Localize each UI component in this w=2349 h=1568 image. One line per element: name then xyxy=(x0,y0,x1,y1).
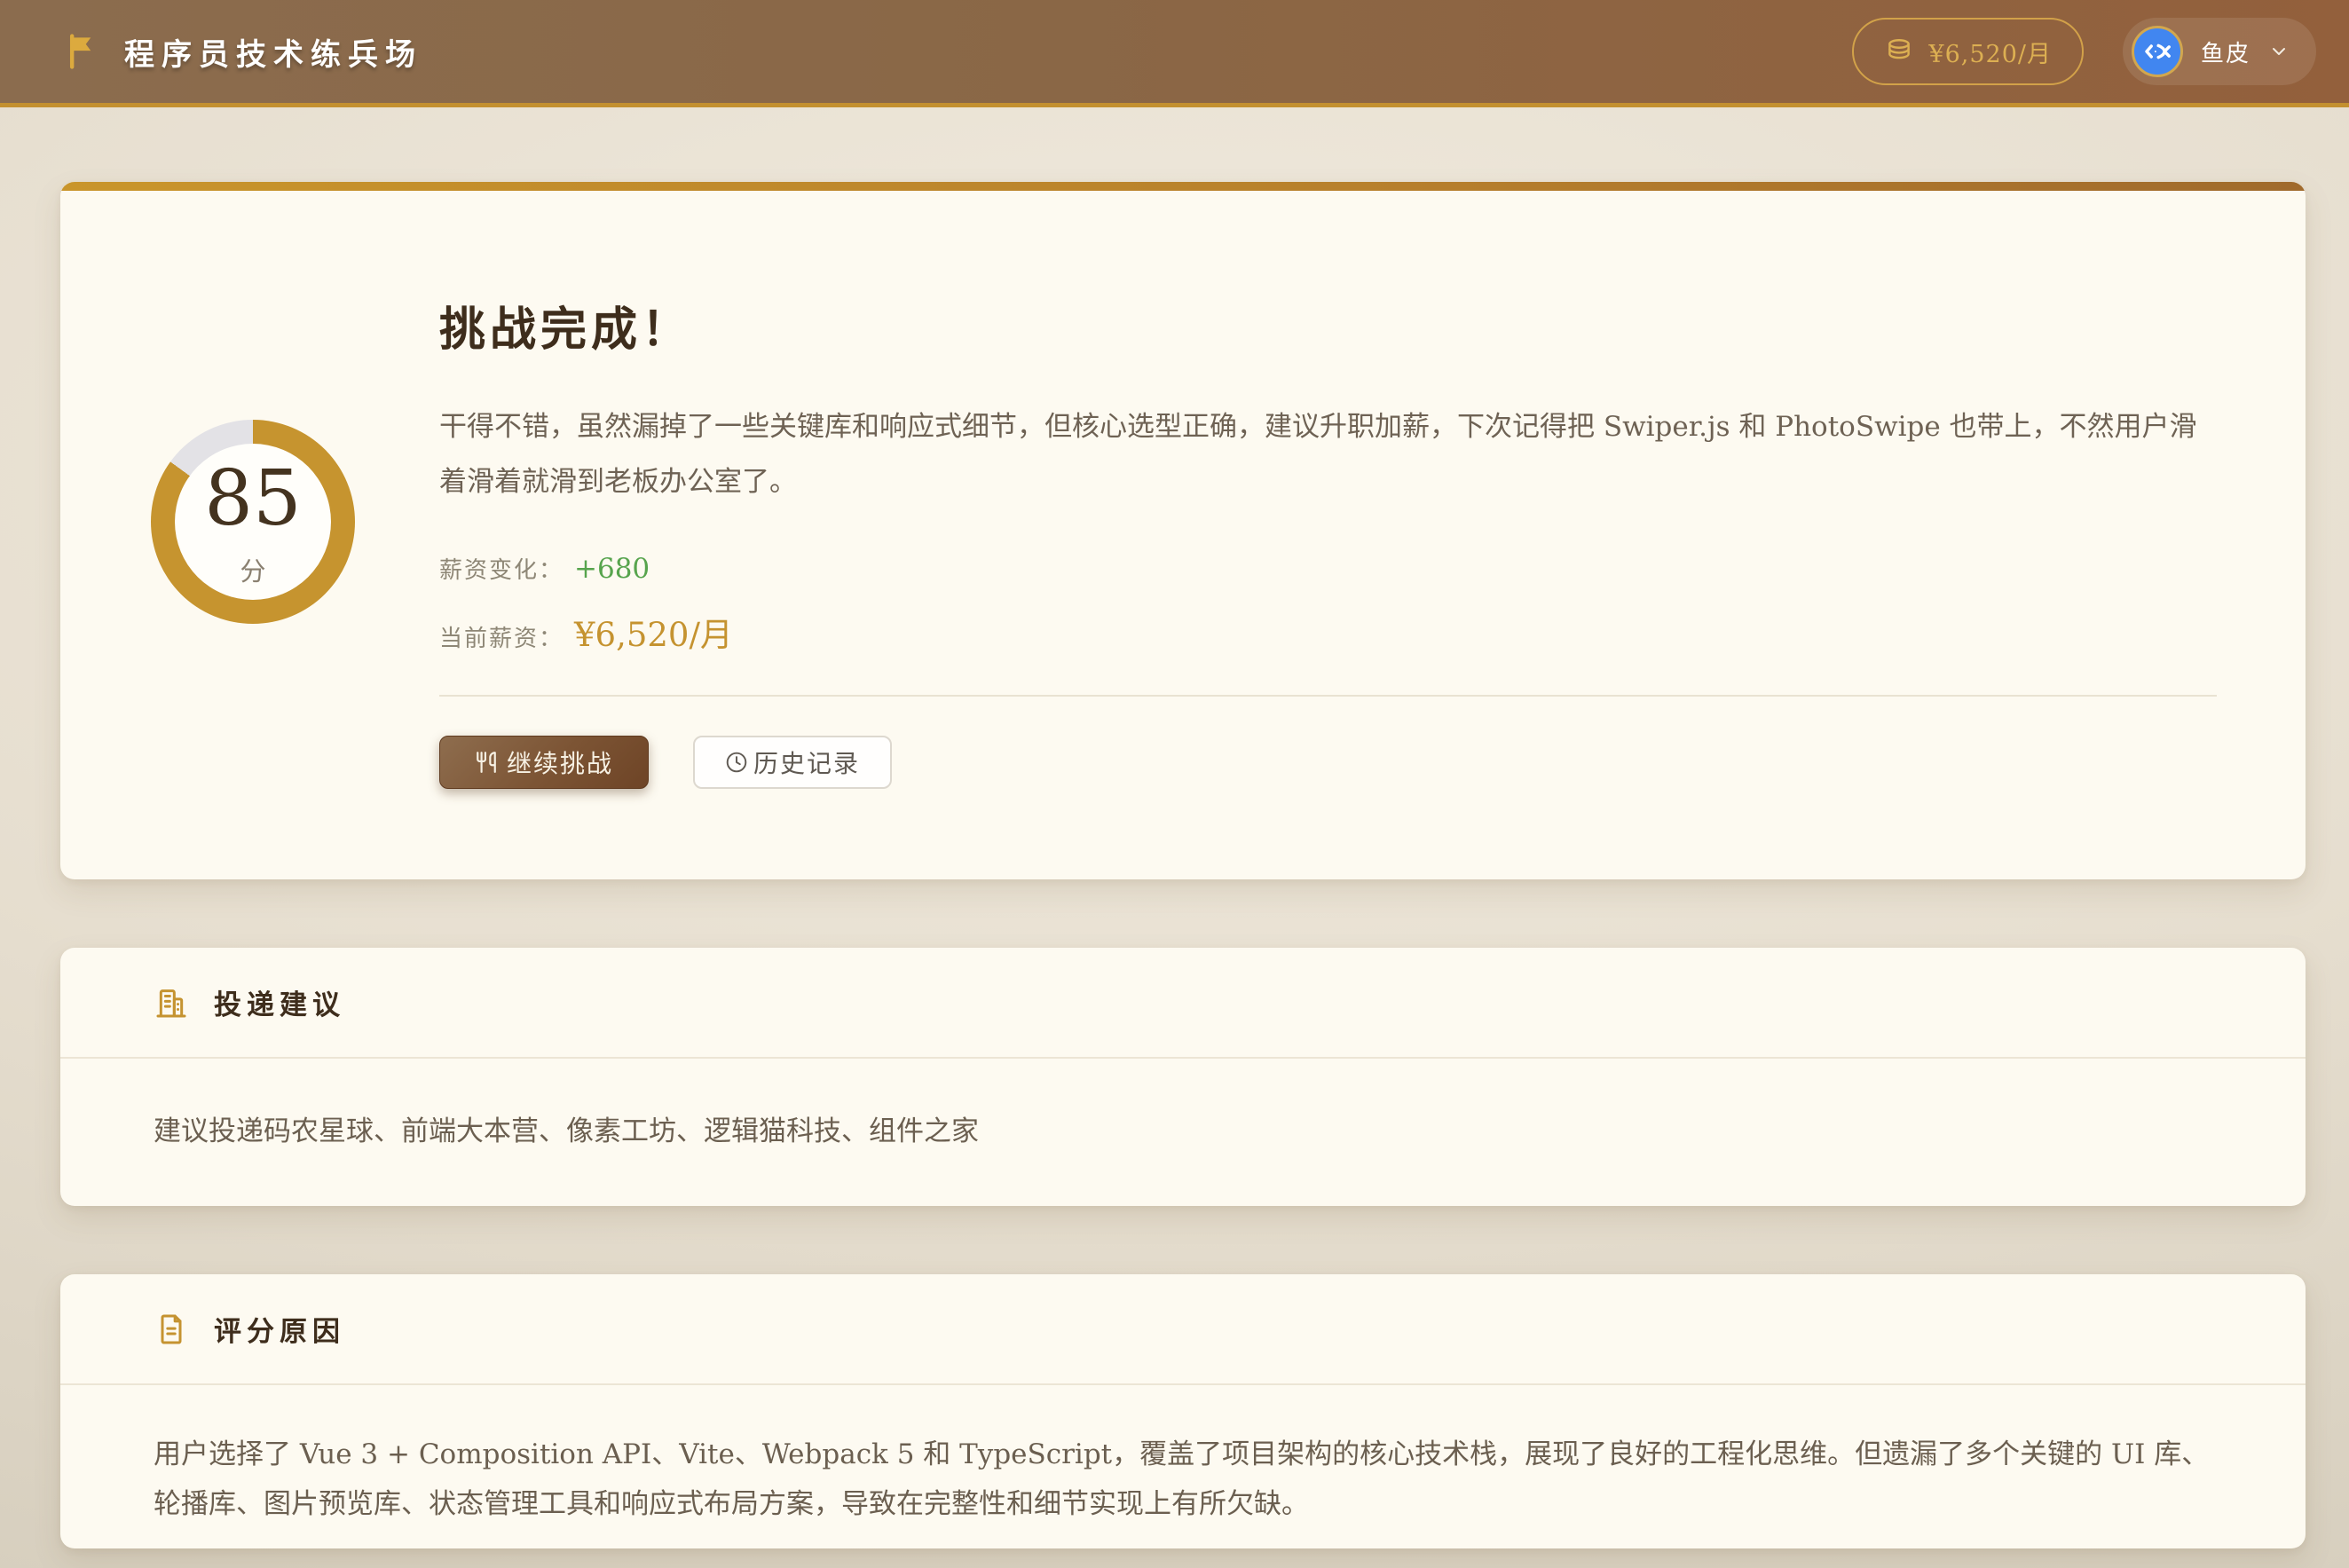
username: 鱼皮 xyxy=(2201,35,2250,68)
main-content: 85 分 挑战完成！ 干得不错，虽然漏掉了一些关键库和响应式细节，但核心选型正确… xyxy=(0,107,2349,1548)
suggestion-card-title: 投递建议 xyxy=(214,982,345,1022)
result-divider xyxy=(439,695,2217,697)
result-actions: 继续挑战 历史记录 xyxy=(439,736,2217,789)
code-fish-icon xyxy=(2141,35,2173,67)
continue-challenge-label: 继续挑战 xyxy=(507,745,613,780)
score-unit: 分 xyxy=(240,551,265,588)
score-value: 85 xyxy=(204,461,301,537)
app-title: 程序员技术练兵场 xyxy=(124,30,422,74)
suggestion-card-body: 建议投递码农星球、前端大本营、像素工坊、逻辑猫科技、组件之家 xyxy=(60,1059,2306,1206)
app-header: 程序员技术练兵场 ¥6,520/月 鱼皮 xyxy=(0,0,2349,107)
brand: 程序员技术练兵场 xyxy=(64,30,422,74)
current-salary-row: 当前薪资： ¥6,520/月 xyxy=(439,608,2217,656)
salary-change-label: 薪资变化： xyxy=(439,552,574,585)
result-title: 挑战完成！ xyxy=(439,292,2217,359)
building-icon xyxy=(154,985,189,1020)
user-menu[interactable]: 鱼皮 xyxy=(2123,18,2316,85)
history-button[interactable]: 历史记录 xyxy=(693,736,892,789)
salary-change-value: +680 xyxy=(574,553,650,585)
reason-card-title: 评分原因 xyxy=(214,1309,345,1349)
continue-challenge-button[interactable]: 继续挑战 xyxy=(439,736,649,789)
salary-change-row: 薪资变化： +680 xyxy=(439,552,2217,585)
current-salary-label: 当前薪资： xyxy=(439,620,574,653)
score-gauge: 85 分 xyxy=(151,420,355,789)
score-donut-center: 85 分 xyxy=(175,444,331,600)
result-card: 85 分 挑战完成！ 干得不错，虽然漏掉了一些关键库和响应式细节，但核心选型正确… xyxy=(60,182,2306,879)
history-label: 历史记录 xyxy=(753,745,860,780)
suggestion-card: 投递建议 建议投递码农星球、前端大本营、像素工坊、逻辑猫科技、组件之家 xyxy=(60,948,2306,1206)
utensils-icon xyxy=(475,751,498,774)
result-card-accent-bar xyxy=(60,182,2306,191)
coins-icon xyxy=(1884,36,1914,67)
salary-badge: ¥6,520/月 xyxy=(1852,18,2084,85)
reason-card-header: 评分原因 xyxy=(60,1274,2306,1385)
reason-card: 评分原因 用户选择了 Vue 3 + Composition API、Vite、… xyxy=(60,1274,2306,1548)
flag-icon xyxy=(64,32,103,71)
score-donut: 85 分 xyxy=(151,420,355,624)
clock-icon xyxy=(725,751,748,774)
suggestion-card-header: 投递建议 xyxy=(60,948,2306,1059)
chevron-down-icon xyxy=(2268,41,2290,62)
file-text-icon xyxy=(154,1312,189,1347)
current-salary-value: ¥6,520/月 xyxy=(574,608,733,656)
header-right: ¥6,520/月 鱼皮 xyxy=(1852,18,2316,85)
reason-card-body: 用户选择了 Vue 3 + Composition API、Vite、Webpa… xyxy=(60,1385,2306,1548)
salary-badge-value: ¥6,520/月 xyxy=(1928,35,2052,69)
avatar xyxy=(2132,26,2183,77)
result-message: 干得不错，虽然漏掉了一些关键库和响应式细节，但核心选型正确，建议升职加薪，下次记… xyxy=(439,399,2217,509)
